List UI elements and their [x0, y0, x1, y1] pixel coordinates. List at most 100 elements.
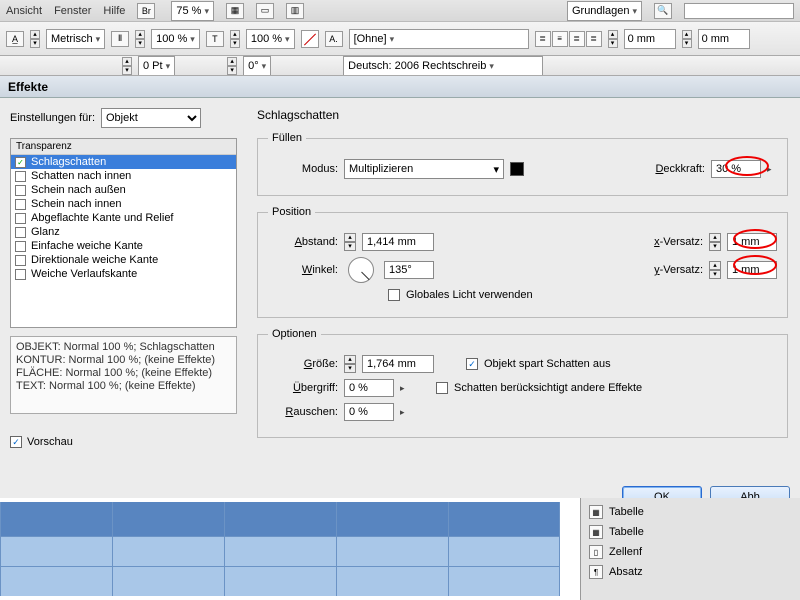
mode-label: Modus:	[268, 163, 338, 175]
stepper[interactable]: ▴▾	[30, 30, 40, 48]
y-offset-stepper[interactable]: ▴▾	[709, 261, 721, 279]
vscale-icon: T	[206, 31, 224, 47]
dialog-left-pane: Einstellungen für: Objekt Transparenz ✓S…	[0, 98, 245, 518]
spread-label: Übergriff:	[268, 382, 338, 394]
indent-field[interactable]: 0 mm	[624, 29, 676, 49]
effect-feather-directional[interactable]: Direktionale weiche Kante	[11, 253, 236, 267]
effect-schlagschatten[interactable]: ✓Schlagschatten	[11, 155, 236, 169]
global-light-label: Globales Licht verwenden	[406, 289, 533, 301]
align-center-icon[interactable]: ≡	[552, 31, 568, 47]
distance-stepper[interactable]: ▴▾	[344, 233, 356, 251]
skew-field[interactable]: 0°	[243, 56, 271, 76]
panel-tab-tabelle[interactable]: ▦Tabelle	[581, 502, 800, 522]
honors-checkbox[interactable]	[436, 382, 448, 394]
effect-bevel[interactable]: Abgeflachte Kante und Relief	[11, 211, 236, 225]
menu-ansicht[interactable]: Ansicht	[6, 5, 42, 17]
opacity-field[interactable]: 30 %	[711, 160, 761, 178]
x-offset-stepper[interactable]: ▴▾	[709, 233, 721, 251]
panel-tab-tabelle-2[interactable]: ▦Tabelle	[581, 522, 800, 542]
bridge-icon[interactable]: Br	[137, 3, 155, 19]
distance-field[interactable]: 1,414 mm	[362, 233, 434, 251]
arrange-icon[interactable]: ▥	[286, 3, 304, 19]
panel-tab-absatz[interactable]: ¶Absatz	[581, 562, 800, 582]
paragraph-icon: ¶	[589, 565, 603, 579]
hscale-icon: Ⅱ	[111, 31, 129, 47]
noise-label: Rauschen:	[268, 406, 338, 418]
scale-mode-dropdown[interactable]: Metrisch	[46, 29, 105, 49]
workspace-dropdown[interactable]: Grundlagen	[567, 1, 642, 21]
size-stepper[interactable]: ▴▾	[344, 355, 356, 373]
table-preview[interactable]	[0, 498, 580, 600]
distance-label: Abstand:	[268, 236, 338, 248]
options-group: Optionen Größe: ▴▾ 1,764 mm ✓ Objekt spa…	[257, 328, 788, 438]
vscale-field[interactable]: 100 %	[246, 29, 295, 49]
align-left-icon[interactable]: ≣	[535, 31, 551, 47]
search-input[interactable]	[684, 3, 794, 19]
char-style-dropdown[interactable]: [Ohne]	[349, 29, 529, 49]
honors-label: Schatten berücksichtigt andere Effekte	[454, 382, 642, 394]
effect-schein-innen[interactable]: Schein nach innen	[11, 197, 236, 211]
dialog-right-pane: Schlagschatten Füllen Modus: Multiplizie…	[245, 98, 800, 518]
x-offset-label: x-Versatz:	[654, 236, 703, 248]
language-dropdown[interactable]: Deutsch: 2006 Rechtschreib	[343, 56, 543, 76]
view-mode-icon[interactable]: ▦	[226, 3, 244, 19]
align-justify-icon[interactable]: ≣	[586, 31, 602, 47]
settings-for-select[interactable]: Objekt	[101, 108, 201, 128]
effect-feather-basic[interactable]: Einfache weiche Kante	[11, 239, 236, 253]
menubar: Ansicht Fenster Hilfe Br 75 % ▦ ▭ ▥ Grun…	[0, 0, 800, 22]
hscale-field[interactable]: 100 %	[151, 29, 200, 49]
y-offset-label: y-Versatz:	[654, 264, 703, 276]
options-toolbar-2: ▴▾ 0 Pt ▴▾ 0° Deutsch: 2006 Rechtschreib	[0, 56, 800, 76]
table-icon: ▦	[589, 525, 603, 539]
document-area: ▦Tabelle ▦Tabelle ▯Zellenf ¶Absatz	[0, 498, 800, 600]
preview-label: Vorschau	[27, 436, 73, 448]
knockout-checkbox[interactable]: ✓	[466, 358, 478, 370]
knockout-label: Objekt spart Schatten aus	[484, 358, 611, 370]
menu-hilfe[interactable]: Hilfe	[103, 5, 125, 17]
align-right-icon[interactable]: ≣	[569, 31, 585, 47]
baseline-field[interactable]: 0 Pt	[138, 56, 175, 76]
indent-field-2[interactable]: 0 mm	[698, 29, 750, 49]
y-offset-field[interactable]: 1 mm	[727, 261, 777, 279]
effect-list-header[interactable]: Transparenz	[11, 139, 236, 155]
size-field[interactable]: 1,764 mm	[362, 355, 434, 373]
effect-schatten-innen[interactable]: Schatten nach innen	[11, 169, 236, 183]
size-label: Größe:	[268, 358, 338, 370]
char-scale-icon: A̲	[6, 31, 24, 47]
dialog-title: Effekte	[0, 76, 800, 98]
menu-fenster[interactable]: Fenster	[54, 5, 91, 17]
position-group: Position Abstand: ▴▾ 1,414 mm x-Versatz:…	[257, 206, 788, 318]
checkbox[interactable]: ✓	[15, 157, 26, 168]
opacity-menu-arrow[interactable]: ▸	[767, 164, 777, 175]
effect-summary: OBJEKT: Normal 100 %; Schlagschatten KON…	[10, 336, 237, 414]
settings-for-label: Einstellungen für:	[10, 112, 95, 124]
table-icon: ▦	[589, 505, 603, 519]
x-offset-field[interactable]: 1 mm	[727, 233, 777, 251]
effect-glanz[interactable]: Glanz	[11, 225, 236, 239]
opacity-label: Deckkraft:	[655, 163, 705, 175]
spread-field[interactable]: 0 %	[344, 379, 394, 397]
global-light-checkbox[interactable]	[388, 289, 400, 301]
angle-dial[interactable]	[348, 257, 374, 283]
shadow-color-swatch[interactable]	[510, 162, 524, 176]
preview-checkbox[interactable]: ✓	[10, 436, 22, 448]
panel-tab-zellen[interactable]: ▯Zellenf	[581, 542, 800, 562]
noise-field[interactable]: 0 %	[344, 403, 394, 421]
zoom-dropdown[interactable]: 75 %	[171, 1, 214, 21]
no-fill-icon[interactable]	[301, 30, 319, 48]
effect-schein-aussen[interactable]: Schein nach außen	[11, 183, 236, 197]
paragraph-align-group: ≣ ≡ ≣ ≣	[535, 31, 602, 47]
angle-field[interactable]: 135°	[384, 261, 434, 279]
search-icon: 🔍	[654, 3, 672, 19]
effects-dialog: Einstellungen für: Objekt Transparenz ✓S…	[0, 98, 800, 518]
screen-mode-icon[interactable]: ▭	[256, 3, 274, 19]
cell-icon: ▯	[589, 545, 603, 559]
effect-feather-gradient[interactable]: Weiche Verlaufskante	[11, 267, 236, 281]
options-toolbar: A̲ ▴▾ Metrisch Ⅱ ▴▾ 100 % T ▴▾ 100 % A. …	[0, 22, 800, 56]
effect-list: Transparenz ✓Schlagschatten Schatten nac…	[10, 138, 237, 328]
fill-group: Füllen Modus: Multiplizieren▾ Deckkraft:…	[257, 132, 788, 196]
panels-dock: ▦Tabelle ▦Tabelle ▯Zellenf ¶Absatz	[580, 498, 800, 600]
angle-label: Winkel:	[268, 264, 338, 276]
blend-mode-dropdown[interactable]: Multiplizieren▾	[344, 159, 504, 179]
panel-title: Schlagschatten	[257, 108, 788, 122]
